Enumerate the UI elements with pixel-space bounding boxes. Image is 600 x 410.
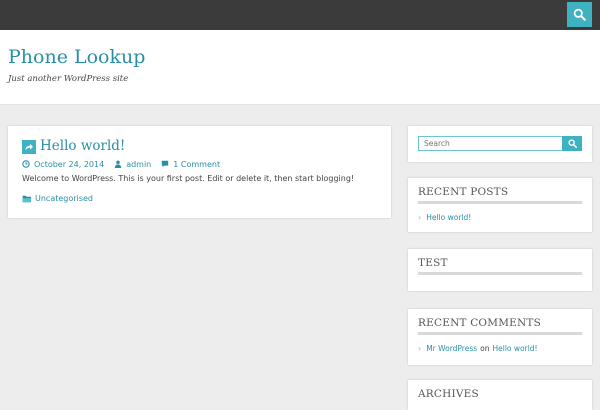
- recent-comments-title: RECENT COMMENTS: [418, 317, 541, 329]
- comment-author-link[interactable]: Mr WordPress: [426, 344, 477, 353]
- recent-comment-item: › Mr WordPress on Hello world!: [418, 344, 538, 353]
- chevron-right-icon: ›: [418, 213, 422, 222]
- post-excerpt: Welcome to WordPress. This is your first…: [22, 174, 355, 183]
- site-header: Phone Lookup Just another WordPress site: [0, 30, 600, 105]
- header-search-button[interactable]: [567, 2, 592, 27]
- widget-divider: [418, 272, 582, 275]
- recent-post-item: › Hello world!: [418, 213, 471, 222]
- archives-widget: ARCHIVES: [408, 380, 592, 410]
- search-submit-button[interactable]: [562, 136, 582, 151]
- post-comments-link[interactable]: 1 Comment: [161, 160, 220, 169]
- widget-divider: [418, 332, 582, 335]
- search-icon: [573, 8, 586, 21]
- post-meta: October 24, 2014 admin 1 Comment: [22, 158, 230, 170]
- recent-posts-title: RECENT POSTS: [418, 186, 509, 198]
- top-bar: [0, 0, 600, 30]
- post-category[interactable]: Uncategorised: [22, 194, 93, 203]
- comment-post-link[interactable]: Hello world!: [493, 344, 538, 353]
- share-arrow-icon: [25, 144, 33, 151]
- search-icon: [567, 139, 577, 148]
- post-author-text: admin: [126, 159, 152, 169]
- test-title: TEST: [418, 257, 448, 269]
- post-category-text: Uncategorised: [35, 194, 93, 203]
- search-widget: [408, 126, 592, 162]
- search-input[interactable]: [418, 136, 563, 151]
- chevron-right-icon: ›: [418, 344, 422, 353]
- post-date[interactable]: October 24, 2014: [22, 160, 104, 169]
- archives-title: ARCHIVES: [418, 388, 479, 400]
- site-description: Just another WordPress site: [8, 74, 129, 84]
- post-card: Hello world! October 24, 2014 admin 1 Co…: [8, 126, 391, 218]
- post-date-text: October 24, 2014: [34, 159, 105, 169]
- post-title[interactable]: Hello world!: [40, 138, 125, 154]
- widget-divider: [418, 201, 582, 204]
- post-author[interactable]: admin: [114, 160, 151, 169]
- post-format-badge[interactable]: [22, 140, 36, 154]
- comment-connector: on: [480, 344, 490, 353]
- post-comments-text: 1 Comment: [173, 159, 221, 169]
- test-widget: TEST: [408, 249, 592, 291]
- comment-icon: [162, 160, 169, 168]
- site-title[interactable]: Phone Lookup: [8, 46, 145, 68]
- recent-post-link[interactable]: Hello world!: [426, 213, 471, 222]
- folder-icon: [22, 195, 32, 202]
- recent-posts-widget: RECENT POSTS › Hello world!: [408, 178, 592, 232]
- user-icon: [114, 160, 122, 168]
- recent-comments-widget: RECENT COMMENTS › Mr WordPress on Hello …: [408, 309, 592, 365]
- clock-icon: [22, 160, 30, 168]
